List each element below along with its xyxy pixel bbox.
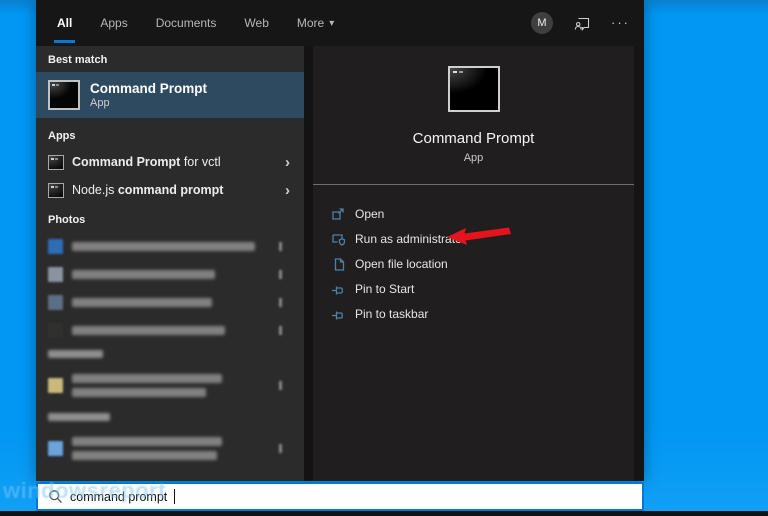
redacted-chevron bbox=[279, 326, 282, 335]
result-title: Command Prompt bbox=[90, 81, 207, 98]
action-label: Pin to taskbar bbox=[355, 307, 428, 321]
pin-icon bbox=[331, 307, 345, 321]
photo-thumbnail bbox=[48, 267, 63, 282]
redacted-section-header bbox=[36, 407, 304, 426]
result-title-prefix: Node.js bbox=[72, 183, 118, 197]
redacted-text bbox=[72, 451, 217, 460]
photo-result-row[interactable] bbox=[36, 363, 304, 407]
tab-documents[interactable]: Documents bbox=[153, 0, 220, 46]
redacted-text bbox=[72, 270, 215, 279]
best-match-header: Best match bbox=[36, 46, 304, 72]
run-as-admin-icon bbox=[331, 232, 345, 246]
panel-divider bbox=[304, 46, 313, 481]
result-title: command prompt bbox=[118, 183, 224, 197]
open-icon bbox=[331, 207, 345, 221]
photo-result-row[interactable] bbox=[36, 288, 304, 316]
tab-documents-label: Documents bbox=[156, 16, 217, 30]
photo-result-row[interactable] bbox=[36, 260, 304, 288]
search-input[interactable]: command prompt bbox=[36, 482, 644, 511]
search-query-text: command prompt bbox=[70, 490, 167, 504]
window-right-edge bbox=[634, 46, 644, 481]
detail-app-subtitle: App bbox=[464, 152, 484, 164]
chevron-down-icon: ▾ bbox=[329, 18, 334, 29]
search-results-panel: Best match Command Prompt App Apps Comma… bbox=[36, 46, 304, 481]
result-title-suffix: for vctl bbox=[180, 155, 220, 169]
command-prompt-icon bbox=[448, 66, 500, 112]
action-pin-to-start[interactable]: Pin to Start bbox=[313, 276, 634, 301]
annotation-arrow bbox=[445, 226, 515, 247]
taskbar-edge bbox=[0, 511, 768, 516]
photo-thumbnail bbox=[48, 323, 63, 338]
tab-web-label: Web bbox=[244, 16, 268, 30]
result-subtitle: App bbox=[90, 97, 207, 109]
detail-app-title: Command Prompt bbox=[413, 130, 535, 147]
chevron-right-icon[interactable]: › bbox=[285, 183, 290, 198]
desktop-background: All Apps Documents Web More ▾ M ··· B bbox=[0, 0, 768, 516]
command-prompt-icon bbox=[48, 183, 64, 198]
command-prompt-icon bbox=[48, 155, 64, 170]
photos-header: Photos bbox=[36, 204, 304, 232]
chevron-right-icon[interactable]: › bbox=[285, 155, 290, 170]
best-match-result-command-prompt[interactable]: Command Prompt App bbox=[36, 72, 304, 118]
apps-header: Apps bbox=[36, 118, 304, 148]
photo-result-row[interactable] bbox=[36, 426, 304, 470]
tab-web[interactable]: Web bbox=[241, 0, 271, 46]
redacted-text bbox=[72, 388, 206, 397]
start-search-flyout: All Apps Documents Web More ▾ M ··· B bbox=[36, 0, 644, 481]
redacted-chevron bbox=[279, 444, 282, 453]
redacted-chevron bbox=[279, 298, 282, 307]
action-label: Open file location bbox=[355, 257, 448, 271]
tab-apps-label: Apps bbox=[100, 16, 127, 30]
photo-result-row[interactable] bbox=[36, 316, 304, 344]
text-caret bbox=[174, 489, 175, 504]
feedback-icon[interactable] bbox=[573, 15, 591, 32]
app-result-nodejs-command-prompt[interactable]: Node.js command prompt › bbox=[36, 176, 304, 204]
tab-more-label: More bbox=[297, 16, 324, 30]
pin-icon bbox=[331, 282, 345, 296]
action-list: Open Run as administrator bbox=[313, 201, 634, 326]
result-detail-panel: Command Prompt App Open bbox=[313, 46, 634, 481]
photo-result-row[interactable] bbox=[36, 232, 304, 260]
photo-thumbnail bbox=[48, 378, 63, 393]
app-result-command-prompt-vctl[interactable]: Command Prompt for vctl › bbox=[36, 148, 304, 176]
search-icon bbox=[48, 489, 63, 504]
redacted-text bbox=[72, 326, 225, 335]
action-open[interactable]: Open bbox=[313, 201, 634, 226]
redacted-text bbox=[72, 374, 222, 383]
redacted-text bbox=[72, 242, 255, 251]
redacted-chevron bbox=[279, 381, 282, 390]
photo-thumbnail bbox=[48, 295, 63, 310]
photo-thumbnail bbox=[48, 239, 63, 254]
action-open-file-location[interactable]: Open file location bbox=[313, 251, 634, 276]
user-avatar[interactable]: M bbox=[531, 12, 553, 34]
detail-divider bbox=[313, 184, 634, 185]
redacted-text bbox=[72, 298, 212, 307]
result-title: Command Prompt bbox=[72, 155, 180, 169]
tab-all[interactable]: All bbox=[54, 0, 75, 46]
tab-apps[interactable]: Apps bbox=[97, 0, 130, 46]
redacted-text bbox=[72, 437, 222, 446]
more-options-icon[interactable]: ··· bbox=[611, 18, 630, 28]
search-filter-tabbar: All Apps Documents Web More ▾ M ··· bbox=[36, 0, 644, 46]
open-file-location-icon bbox=[331, 257, 345, 271]
redacted-chevron bbox=[279, 242, 282, 251]
command-prompt-icon bbox=[48, 80, 80, 110]
tab-all-label: All bbox=[57, 16, 72, 30]
action-pin-to-taskbar[interactable]: Pin to taskbar bbox=[313, 301, 634, 326]
action-label: Open bbox=[355, 207, 384, 221]
redacted-chevron bbox=[279, 270, 282, 279]
action-label: Pin to Start bbox=[355, 282, 414, 296]
tab-more[interactable]: More ▾ bbox=[294, 0, 337, 46]
photo-thumbnail bbox=[48, 441, 63, 456]
redacted-section-header bbox=[36, 344, 304, 363]
